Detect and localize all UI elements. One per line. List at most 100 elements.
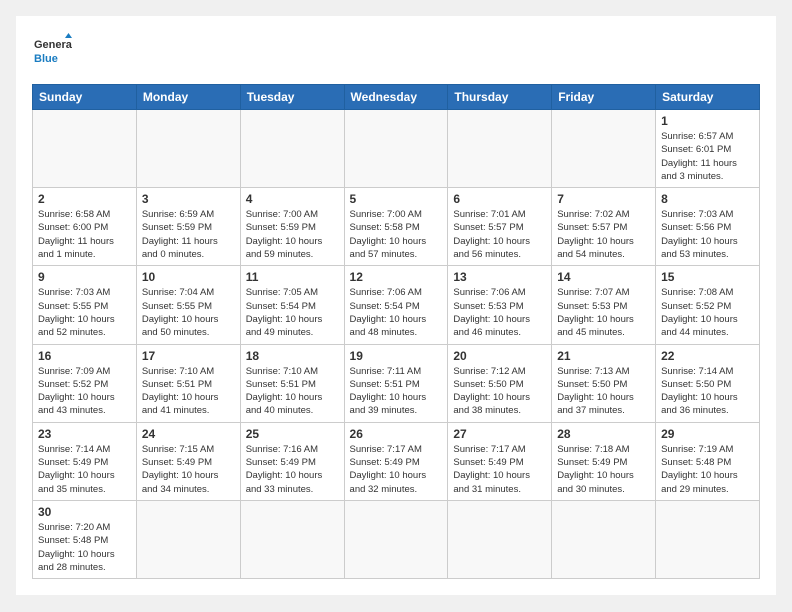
svg-text:Blue: Blue [34, 53, 58, 65]
day-info: Sunrise: 7:14 AM Sunset: 5:49 PM Dayligh… [38, 443, 131, 496]
day-cell [552, 500, 656, 578]
logo-svg: General Blue [32, 32, 72, 72]
svg-text:General: General [34, 39, 72, 51]
week-row-4: 23 Sunrise: 7:14 AM Sunset: 5:49 PM Dayli… [33, 422, 760, 500]
day-info: Sunrise: 7:15 AM Sunset: 5:49 PM Dayligh… [142, 443, 235, 496]
weekday-sunday: Sunday [33, 85, 137, 110]
day-cell [448, 110, 552, 188]
day-info: Sunrise: 7:04 AM Sunset: 5:55 PM Dayligh… [142, 286, 235, 339]
day-info: Sunrise: 7:18 AM Sunset: 5:49 PM Dayligh… [557, 443, 650, 496]
day-number: 16 [38, 349, 131, 363]
day-info: Sunrise: 7:17 AM Sunset: 5:49 PM Dayligh… [350, 443, 443, 496]
day-number: 26 [350, 427, 443, 441]
day-number: 29 [661, 427, 754, 441]
weekday-tuesday: Tuesday [240, 85, 344, 110]
day-info: Sunrise: 7:09 AM Sunset: 5:52 PM Dayligh… [38, 365, 131, 418]
day-number: 1 [661, 114, 754, 128]
day-number: 13 [453, 270, 546, 284]
day-number: 11 [246, 270, 339, 284]
calendar: SundayMondayTuesdayWednesdayThursdayFrid… [32, 84, 760, 579]
day-info: Sunrise: 7:17 AM Sunset: 5:49 PM Dayligh… [453, 443, 546, 496]
day-cell: 10 Sunrise: 7:04 AM Sunset: 5:55 PM Dayli… [136, 266, 240, 344]
day-cell [136, 500, 240, 578]
day-cell: 30Sunrise: 7:20 AM Sunset: 5:48 PM Dayli… [33, 500, 137, 578]
weekday-thursday: Thursday [448, 85, 552, 110]
day-cell: 17 Sunrise: 7:10 AM Sunset: 5:51 PM Dayli… [136, 344, 240, 422]
weekday-header: SundayMondayTuesdayWednesdayThursdayFrid… [33, 85, 760, 110]
day-cell: 20Sunrise: 7:12 AM Sunset: 5:50 PM Dayli… [448, 344, 552, 422]
day-number: 17 [142, 349, 235, 363]
day-number: 8 [661, 192, 754, 206]
day-cell [344, 500, 448, 578]
day-info: Sunrise: 7:14 AM Sunset: 5:50 PM Dayligh… [661, 365, 754, 418]
day-cell: 8 Sunrise: 7:03 AM Sunset: 5:56 PM Daylig… [656, 188, 760, 266]
day-info: Sunrise: 7:16 AM Sunset: 5:49 PM Dayligh… [246, 443, 339, 496]
day-cell: 16 Sunrise: 7:09 AM Sunset: 5:52 PM Dayli… [33, 344, 137, 422]
day-info: Sunrise: 7:19 AM Sunset: 5:48 PM Dayligh… [661, 443, 754, 496]
logo: General Blue [32, 32, 72, 72]
day-cell [448, 500, 552, 578]
day-cell [240, 500, 344, 578]
day-info: Sunrise: 7:06 AM Sunset: 5:53 PM Dayligh… [453, 286, 546, 339]
day-info: Sunrise: 7:13 AM Sunset: 5:50 PM Dayligh… [557, 365, 650, 418]
day-info: Sunrise: 6:58 AM Sunset: 6:00 PM Dayligh… [38, 208, 131, 261]
weekday-wednesday: Wednesday [344, 85, 448, 110]
day-cell [136, 110, 240, 188]
page: General Blue SundayMondayTuesdayWednesda… [16, 16, 776, 595]
day-cell: 21 Sunrise: 7:13 AM Sunset: 5:50 PM Dayli… [552, 344, 656, 422]
day-number: 28 [557, 427, 650, 441]
day-number: 9 [38, 270, 131, 284]
day-number: 22 [661, 349, 754, 363]
day-cell: 15 Sunrise: 7:08 AM Sunset: 5:52 PM Dayli… [656, 266, 760, 344]
day-cell: 23 Sunrise: 7:14 AM Sunset: 5:49 PM Dayli… [33, 422, 137, 500]
day-info: Sunrise: 7:08 AM Sunset: 5:52 PM Dayligh… [661, 286, 754, 339]
day-info: Sunrise: 7:01 AM Sunset: 5:57 PM Dayligh… [453, 208, 546, 261]
day-cell: 11 Sunrise: 7:05 AM Sunset: 5:54 PM Dayli… [240, 266, 344, 344]
day-cell [656, 500, 760, 578]
day-cell: 24 Sunrise: 7:15 AM Sunset: 5:49 PM Dayli… [136, 422, 240, 500]
day-cell: 18 Sunrise: 7:10 AM Sunset: 5:51 PM Dayli… [240, 344, 344, 422]
day-info: Sunrise: 7:07 AM Sunset: 5:53 PM Dayligh… [557, 286, 650, 339]
day-info: Sunrise: 7:00 AM Sunset: 5:58 PM Dayligh… [350, 208, 443, 261]
day-cell: 2 Sunrise: 6:58 AM Sunset: 6:00 PM Daylig… [33, 188, 137, 266]
day-cell: 5 Sunrise: 7:00 AM Sunset: 5:58 PM Daylig… [344, 188, 448, 266]
day-cell: 4Sunrise: 7:00 AM Sunset: 5:59 PM Daylig… [240, 188, 344, 266]
day-info: Sunrise: 6:59 AM Sunset: 5:59 PM Dayligh… [142, 208, 235, 261]
day-cell [552, 110, 656, 188]
day-number: 24 [142, 427, 235, 441]
day-cell: 22 Sunrise: 7:14 AM Sunset: 5:50 PM Dayli… [656, 344, 760, 422]
day-info: Sunrise: 7:20 AM Sunset: 5:48 PM Dayligh… [38, 521, 131, 574]
day-info: Sunrise: 7:11 AM Sunset: 5:51 PM Dayligh… [350, 365, 443, 418]
day-number: 5 [350, 192, 443, 206]
header: General Blue [32, 32, 760, 72]
day-number: 27 [453, 427, 546, 441]
day-number: 15 [661, 270, 754, 284]
day-number: 7 [557, 192, 650, 206]
day-cell [240, 110, 344, 188]
day-cell: 19Sunrise: 7:11 AM Sunset: 5:51 PM Dayli… [344, 344, 448, 422]
day-number: 3 [142, 192, 235, 206]
day-cell: 27 Sunrise: 7:17 AM Sunset: 5:49 PM Dayli… [448, 422, 552, 500]
day-number: 4 [246, 192, 339, 206]
day-cell: 12Sunrise: 7:06 AM Sunset: 5:54 PM Dayli… [344, 266, 448, 344]
weekday-friday: Friday [552, 85, 656, 110]
day-info: Sunrise: 7:06 AM Sunset: 5:54 PM Dayligh… [350, 286, 443, 339]
day-number: 10 [142, 270, 235, 284]
day-number: 21 [557, 349, 650, 363]
day-number: 6 [453, 192, 546, 206]
weekday-monday: Monday [136, 85, 240, 110]
week-row-3: 16 Sunrise: 7:09 AM Sunset: 5:52 PM Dayli… [33, 344, 760, 422]
day-cell [344, 110, 448, 188]
week-row-2: 9Sunrise: 7:03 AM Sunset: 5:55 PM Daylig… [33, 266, 760, 344]
day-number: 18 [246, 349, 339, 363]
day-info: Sunrise: 7:10 AM Sunset: 5:51 PM Dayligh… [142, 365, 235, 418]
day-info: Sunrise: 7:05 AM Sunset: 5:54 PM Dayligh… [246, 286, 339, 339]
day-number: 23 [38, 427, 131, 441]
day-cell: 1Sunrise: 6:57 AM Sunset: 6:01 PM Daylig… [656, 110, 760, 188]
day-number: 2 [38, 192, 131, 206]
day-info: Sunrise: 7:10 AM Sunset: 5:51 PM Dayligh… [246, 365, 339, 418]
calendar-body: 1Sunrise: 6:57 AM Sunset: 6:01 PM Daylig… [33, 110, 760, 579]
day-cell: 3 Sunrise: 6:59 AM Sunset: 5:59 PM Daylig… [136, 188, 240, 266]
day-info: Sunrise: 7:02 AM Sunset: 5:57 PM Dayligh… [557, 208, 650, 261]
day-info: Sunrise: 7:03 AM Sunset: 5:56 PM Dayligh… [661, 208, 754, 261]
